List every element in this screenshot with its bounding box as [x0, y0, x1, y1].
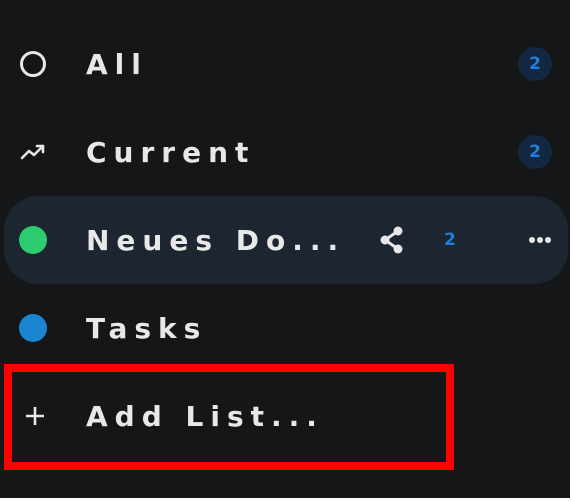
add-list-button[interactable]: Add List...	[0, 372, 572, 460]
list-item-neues[interactable]: Neues Do... 2	[4, 196, 568, 284]
list-item-all[interactable]: All 2	[0, 20, 572, 108]
count-badge: 2	[518, 135, 552, 169]
lists-panel: All 2 Current 2 Neues Do... 2 Tasks Add …	[0, 0, 572, 502]
list-item-tasks[interactable]: Tasks	[0, 284, 572, 372]
list-item-label: Tasks	[86, 311, 208, 345]
count-badge: 2	[444, 230, 456, 250]
more-button[interactable]	[520, 222, 560, 258]
plus-icon	[20, 401, 50, 431]
share-button[interactable]	[374, 222, 410, 258]
green-dot-icon	[18, 225, 48, 255]
trending-up-icon	[18, 137, 48, 167]
list-item-label: All	[86, 47, 148, 81]
more-dots-icon	[529, 237, 551, 243]
circle-outline-icon	[18, 49, 48, 79]
share-icon	[380, 226, 403, 254]
blue-dot-icon	[18, 313, 48, 343]
list-item-label: Neues Do...	[86, 223, 346, 257]
list-item-label: Current	[86, 135, 256, 169]
count-badge: 2	[518, 47, 552, 81]
divider	[0, 498, 572, 502]
add-list-label: Add List...	[86, 399, 324, 433]
list-item-current[interactable]: Current 2	[0, 108, 572, 196]
